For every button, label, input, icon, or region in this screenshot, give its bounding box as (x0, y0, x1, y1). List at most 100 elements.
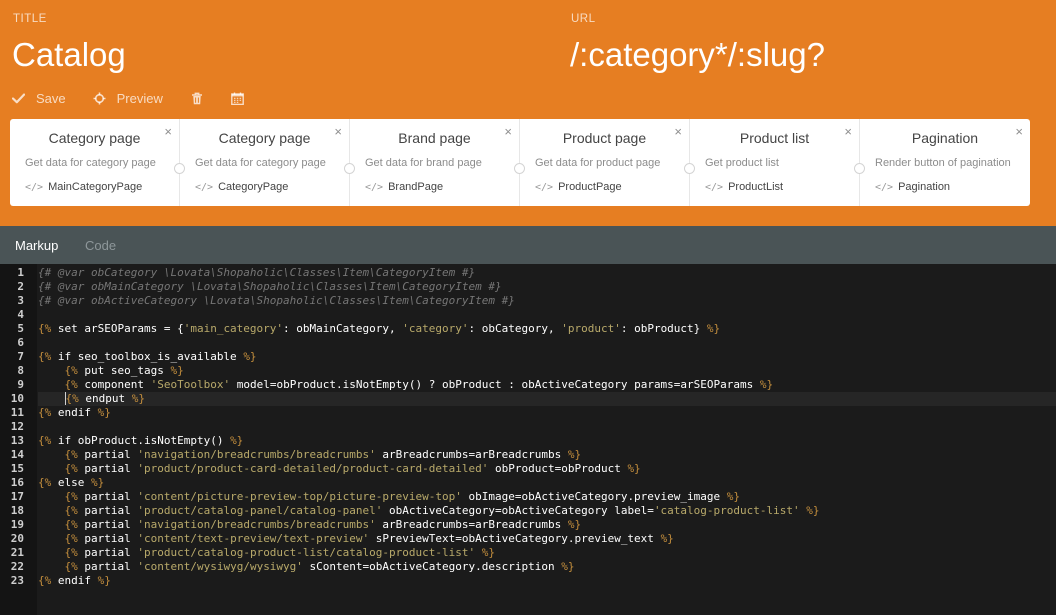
code-token: 'content/wysiwyg/wysiwyg' (137, 560, 303, 573)
line-number-gutter: 1 2 3 4 5 6 7 8 9 10 11 12 13 14 15 16 17 18 19 20 21 22 23 (0, 264, 37, 615)
code-token: {% (64, 364, 78, 377)
tab-markup[interactable]: Markup (15, 238, 58, 253)
code-token: {% (38, 434, 52, 447)
code-line[interactable]: {% endput %} (38, 392, 1056, 406)
code-line[interactable]: {% if obProduct.isNotEmpty() %} (38, 434, 1056, 448)
line-number: 18 (10, 504, 24, 517)
code-token: if obProduct.isNotEmpty() (51, 434, 231, 447)
line-number: 1 (17, 266, 24, 279)
code-token: sPreviewText=obActiveCategory.preview_te… (369, 532, 661, 545)
code-line[interactable]: {% partial 'content/text-preview/text-pr… (38, 532, 1056, 546)
component-card[interactable]: Pagination Render button of pagination <… (854, 119, 1030, 206)
component-alias-text: MainCategoryPage (48, 181, 143, 193)
component-name: Category page (218, 130, 311, 146)
line-number: 23 (10, 574, 24, 587)
component-card[interactable]: Brand page Get data for brand page </> Br… (344, 119, 520, 206)
code-line[interactable]: {% endif %} (38, 406, 1056, 420)
code-token: 'product' (561, 322, 621, 335)
code-token: : obProduct} (620, 322, 707, 335)
code-token: %} (567, 518, 582, 531)
code-token: %} (481, 546, 495, 559)
code-token: component (77, 378, 151, 391)
code-icon: </> (195, 181, 214, 193)
code-icon: </> (365, 181, 384, 193)
code-token: {% (38, 476, 52, 489)
trash-icon (191, 92, 203, 105)
code-line[interactable]: {% endif %} (38, 574, 1056, 588)
save-button[interactable]: Save (12, 91, 66, 106)
code-token: {% (64, 532, 78, 545)
code-line[interactable]: {% set arSEOParams = {'main_category': o… (38, 322, 1056, 336)
component-card[interactable]: Category page Get data for category page… (10, 119, 180, 206)
component-alias-text: CategoryPage (218, 181, 289, 193)
code-token: 'category' (402, 322, 469, 335)
url-label: URL (571, 13, 596, 25)
code-token: endif (51, 406, 98, 419)
line-number: 20 (10, 532, 24, 545)
code-line[interactable]: {% else %} (38, 476, 1056, 490)
preview-button[interactable]: Preview (93, 91, 163, 106)
code-token: {# @var obCategory \Lovata\Shopaholic\Cl… (38, 266, 476, 279)
close-icon[interactable]: × (504, 125, 512, 138)
component-card[interactable]: Product page Get data for product page <… (514, 119, 690, 206)
close-icon[interactable]: × (1015, 125, 1023, 138)
code-editor[interactable]: 1 2 3 4 5 6 7 8 9 10 11 12 13 14 15 16 17 18 19 20 21 22 23 {#… (0, 264, 1056, 615)
code-token: set arSEOParams = { (51, 322, 184, 335)
code-token: {% (64, 518, 78, 531)
code-line[interactable]: {# @var obActiveCategory \Lovata\Shopaho… (38, 294, 1056, 308)
code-line[interactable]: {# @var obMainCategory \Lovata\Shopaholi… (38, 280, 1056, 294)
line-number: 8 (17, 364, 24, 377)
line-number: 21 (10, 546, 24, 559)
code-token: %} (806, 504, 820, 517)
close-icon[interactable]: × (164, 125, 172, 138)
code-token: partial (77, 560, 138, 573)
code-line[interactable]: {% partial 'content/picture-preview-top/… (38, 490, 1056, 504)
code-token: {% (64, 546, 78, 559)
component-description: Get data for category page (25, 157, 156, 169)
code-line[interactable]: {% if seo_toolbox_is_available %} (38, 350, 1056, 364)
line-number: 6 (17, 336, 24, 349)
tab-code[interactable]: Code (85, 238, 116, 253)
code-token: 'content/text-preview/text-preview' (137, 532, 370, 545)
close-icon[interactable]: × (334, 125, 342, 138)
component-alias-text: BrandPage (388, 181, 444, 193)
close-icon[interactable]: × (844, 125, 852, 138)
code-token: %} (759, 378, 774, 391)
code-token: %} (561, 560, 575, 573)
date-button[interactable] (230, 92, 244, 105)
close-icon[interactable]: × (674, 125, 682, 138)
code-line[interactable]: {% partial 'product/catalog-panel/catalo… (38, 504, 1056, 518)
code-token: 'main_category' (183, 322, 284, 335)
delete-button[interactable] (191, 92, 203, 105)
code-token: partial (77, 448, 138, 461)
title-input[interactable]: Catalog (12, 36, 126, 74)
component-card[interactable]: Category page Get data for category page… (174, 119, 350, 206)
line-number: 13 (10, 434, 24, 447)
code-token: partial (77, 490, 138, 503)
code-token: obProduct=obProduct (488, 462, 628, 475)
code-line[interactable]: {% partial 'product/catalog-product-list… (38, 546, 1056, 560)
code-line[interactable] (38, 308, 1056, 322)
line-number: 4 (17, 308, 24, 321)
code-token: partial (77, 518, 138, 531)
code-line[interactable]: {% put seo_tags %} (38, 364, 1056, 378)
code-line[interactable]: {# @var obCategory \Lovata\Shopaholic\Cl… (38, 266, 1056, 280)
code-line[interactable] (38, 420, 1056, 434)
code-line[interactable] (38, 336, 1056, 350)
code-line[interactable]: {% partial 'navigation/breadcrumbs/bread… (38, 518, 1056, 532)
component-description: Render button of pagination (875, 157, 1011, 169)
url-input[interactable]: /:category*/:slug? (570, 36, 825, 74)
code-line[interactable]: {% partial 'product/product-card-detaile… (38, 462, 1056, 476)
code-line[interactable]: {% partial 'content/wysiwyg/wysiwyg' sCo… (38, 560, 1056, 574)
component-description: Get data for product page (535, 157, 661, 169)
code-token: {% (38, 406, 52, 419)
code-token: partial (77, 462, 138, 475)
component-card[interactable]: Product list Get product list </> Product… (684, 119, 860, 206)
code-token: %} (97, 574, 111, 587)
code-line[interactable]: {% partial 'navigation/breadcrumbs/bread… (38, 448, 1056, 462)
code-token: %} (97, 406, 111, 419)
code-line[interactable]: {% component 'SeoToolbox' model=obProduc… (38, 378, 1056, 392)
